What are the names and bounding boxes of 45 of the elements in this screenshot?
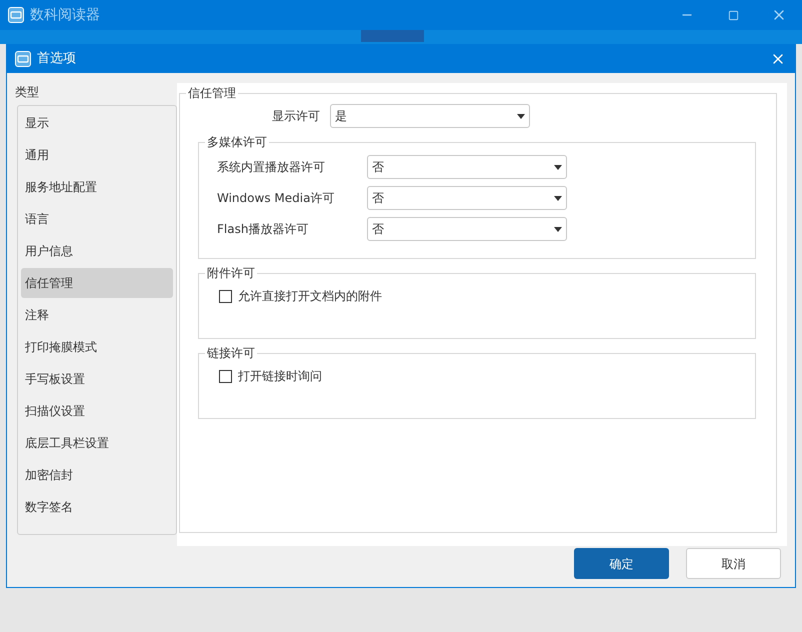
category-item[interactable]: 通用 bbox=[21, 140, 173, 170]
dropdown-value: 否 bbox=[372, 190, 384, 207]
checkbox[interactable] bbox=[219, 290, 232, 302]
dialog-title: 首选项 bbox=[37, 50, 76, 68]
category-item[interactable]: 语言 bbox=[21, 204, 173, 234]
category-item[interactable]: 信任管理 bbox=[21, 268, 173, 298]
group-title: 附件许可 bbox=[205, 265, 257, 281]
category-item[interactable]: 显示 bbox=[21, 108, 173, 138]
ok-button[interactable]: 确定 bbox=[574, 548, 669, 579]
dropdown[interactable]: 否 bbox=[367, 186, 567, 210]
caret-icon bbox=[554, 226, 562, 232]
window-title: 数科阅读器 bbox=[30, 6, 100, 24]
category-item[interactable]: 手写板设置 bbox=[21, 364, 173, 394]
category-item[interactable]: 服务地址配置 bbox=[21, 172, 173, 202]
category-item[interactable]: 注释 bbox=[21, 300, 173, 330]
field-label: 显示许可 bbox=[271, 108, 321, 125]
group-title: 多媒体许可 bbox=[205, 134, 269, 150]
caret-icon bbox=[554, 196, 562, 200]
group-title: 链接许可 bbox=[205, 345, 257, 361]
dropdown[interactable]: 否 bbox=[367, 155, 567, 179]
caret-icon bbox=[517, 114, 525, 118]
dropdown-value: 否 bbox=[372, 159, 384, 176]
app-logo-icon bbox=[8, 7, 24, 23]
category-item[interactable]: 扫描仪设置 bbox=[21, 396, 173, 426]
checkbox[interactable] bbox=[219, 370, 232, 382]
category-item[interactable]: 打印掩膜模式 bbox=[21, 332, 173, 362]
category-item[interactable]: 加密信封 bbox=[21, 460, 173, 490]
dropdown[interactable]: 否 bbox=[367, 217, 567, 241]
dropdown-value: 否 bbox=[372, 221, 384, 238]
maximize-icon bbox=[728, 10, 738, 20]
checkbox-label: 允许直接打开文档内的附件 bbox=[238, 288, 382, 305]
category-item[interactable]: 数字签名 bbox=[21, 492, 173, 522]
caret-icon bbox=[554, 164, 562, 170]
app-logo-icon bbox=[15, 51, 31, 67]
category-item[interactable]: 底层工具栏设置 bbox=[21, 428, 173, 458]
dropdown[interactable]: 是 bbox=[330, 104, 530, 128]
checkbox-label: 打开链接时询问 bbox=[238, 368, 322, 385]
dropdown-value: 是 bbox=[335, 108, 347, 125]
category-item[interactable]: 用户信息 bbox=[21, 236, 173, 266]
cancel-button[interactable]: 取消 bbox=[686, 548, 781, 579]
field-label: 系统内置播放器许可 bbox=[217, 159, 326, 176]
section-title: 信任管理 bbox=[186, 85, 238, 101]
field-label: Windows Media许可 bbox=[217, 190, 336, 207]
field-label: Flash播放器许可 bbox=[217, 221, 310, 238]
sidebar-heading: 类型 bbox=[15, 84, 40, 101]
